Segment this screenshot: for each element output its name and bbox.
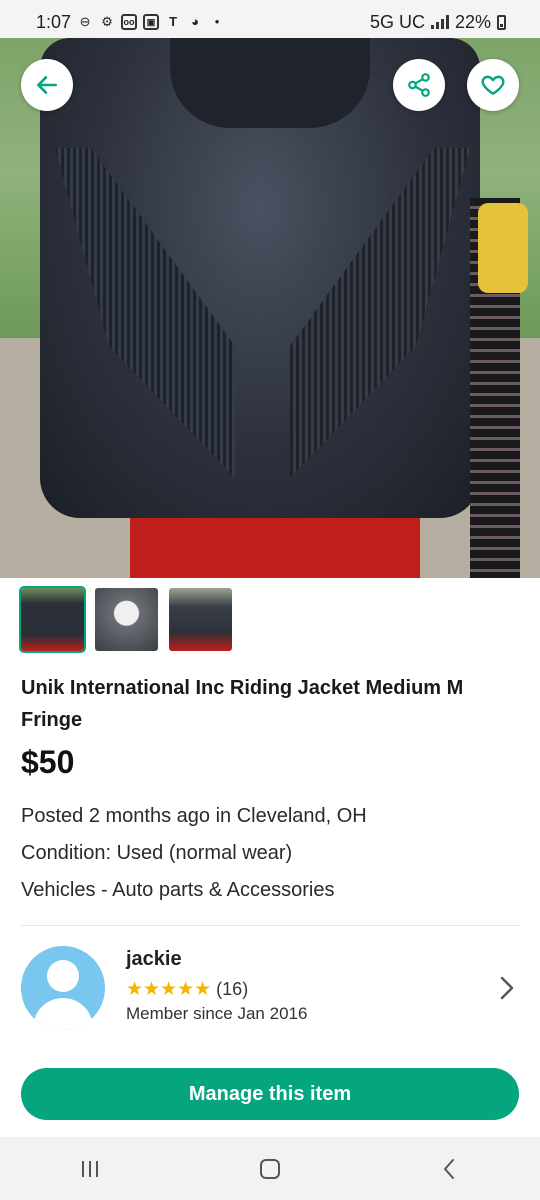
avatar-head xyxy=(47,960,79,992)
network-label: 5G UC xyxy=(369,11,425,32)
heart-icon xyxy=(481,75,505,95)
status-time: 1:07 xyxy=(36,11,72,32)
gear-icon: ⚙ xyxy=(101,14,113,29)
photo-icon: ▣ xyxy=(143,14,160,30)
seller-card[interactable]: jackie ★★★★★ (16) Member since Jan 2016 xyxy=(21,946,519,1030)
avatar xyxy=(21,946,105,1030)
thumbnail-3[interactable] xyxy=(169,588,232,651)
battery-label: 22% xyxy=(454,11,491,32)
member-since: Member since Jan 2016 xyxy=(126,1004,308,1023)
share-icon xyxy=(408,73,430,97)
avatar-shoulders xyxy=(33,998,93,1030)
listing-price: $50 xyxy=(21,744,75,780)
rating-count: (16) xyxy=(216,979,249,999)
status-bar-right: 5G UC 22% xyxy=(370,12,506,33)
chevron-right-icon xyxy=(500,976,514,1000)
category-info: Vehicles - Auto parts & Accessories xyxy=(21,879,335,901)
home-icon xyxy=(260,1158,280,1179)
condition-info: Condition: Used (normal wear) xyxy=(21,842,293,864)
share-button[interactable] xyxy=(393,59,445,111)
thumbnail-1[interactable] xyxy=(19,586,86,653)
recent-apps-button[interactable] xyxy=(60,1149,120,1189)
signal-icon xyxy=(430,15,449,29)
system-nav-bar xyxy=(0,1137,540,1200)
star-rating-icons: ★★★★★ xyxy=(126,979,212,1000)
listing-photo[interactable] xyxy=(0,38,540,578)
do-not-disturb-icon: ⊖ xyxy=(79,14,91,29)
dot-icon: • xyxy=(214,14,220,29)
back-nav-button[interactable] xyxy=(420,1149,480,1189)
photo-yellow-garment xyxy=(478,203,528,293)
section-divider xyxy=(21,925,519,926)
voicemail-icon: oo xyxy=(121,14,138,30)
back-button[interactable] xyxy=(21,59,73,111)
manage-item-button[interactable]: Manage this item xyxy=(21,1068,519,1120)
home-button[interactable] xyxy=(240,1149,300,1189)
seller-name: jackie xyxy=(126,948,182,970)
posted-info: Posted 2 months ago in Cleveland, OH xyxy=(21,805,367,827)
listing-title: Unik International Inc Riding Jacket Med… xyxy=(21,677,464,731)
game-controller-icon: ◕ xyxy=(191,14,199,29)
battery-icon xyxy=(497,14,506,30)
t-mobile-icon: T xyxy=(169,14,178,29)
favorite-button[interactable] xyxy=(467,59,519,111)
chevron-left-icon xyxy=(444,1158,454,1179)
seller-rating: ★★★★★ (16) xyxy=(126,978,248,1001)
status-bar-left: 1:07 ⊖ ⚙ oo ▣ T ◕ • xyxy=(36,12,225,33)
thumbnail-2[interactable] xyxy=(95,588,158,651)
thumbnail-strip xyxy=(19,586,232,653)
photo-jacket-collar xyxy=(170,38,370,128)
recent-apps-icon xyxy=(82,1160,98,1177)
arrow-left-icon xyxy=(37,76,57,94)
